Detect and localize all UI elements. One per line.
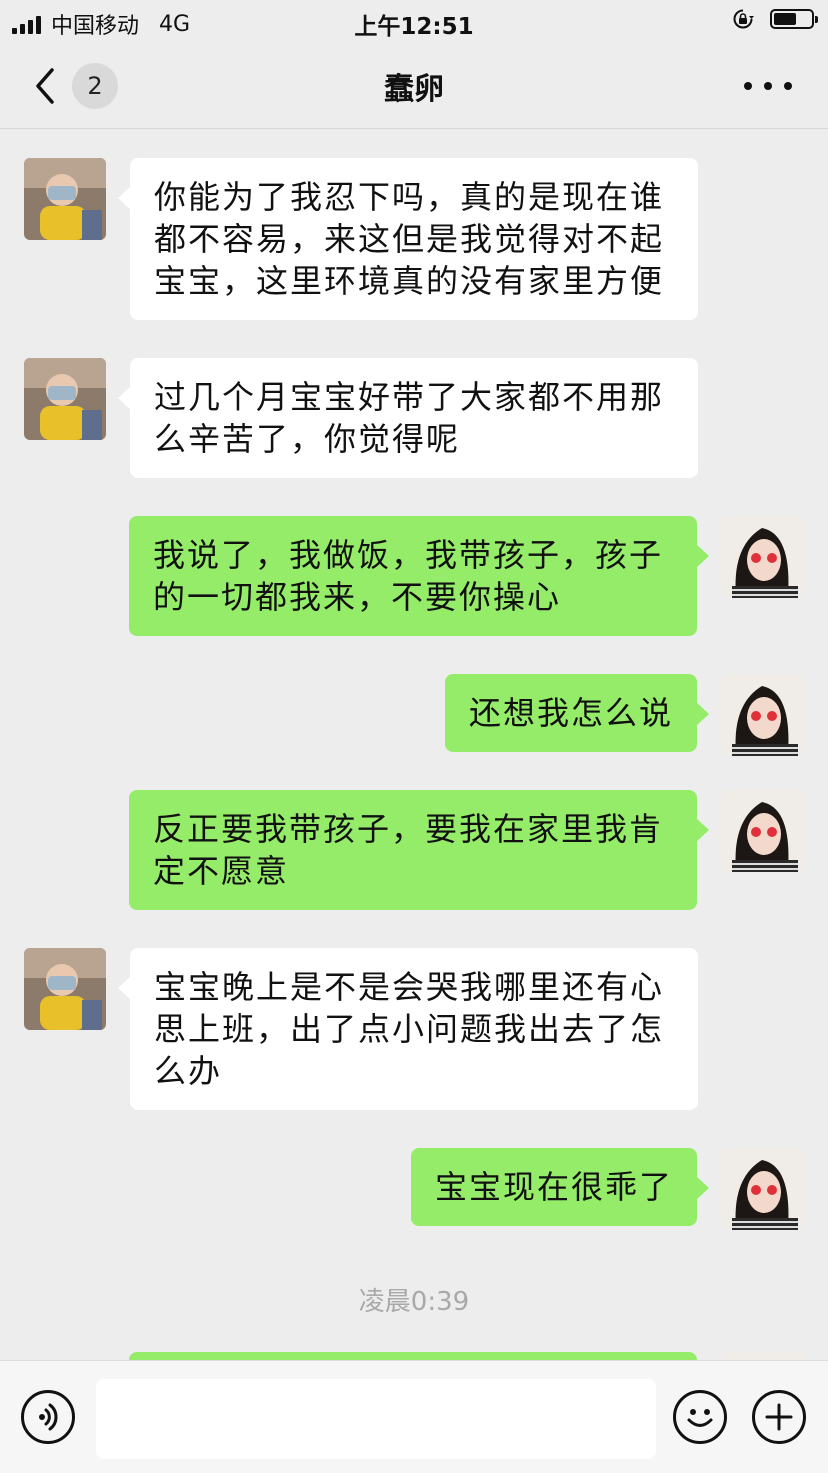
user-avatar[interactable]	[722, 516, 804, 598]
sent-message-bubble[interactable]: 宝宝现在很乖了	[410, 1148, 710, 1226]
sent-message-bubble[interactable]: 还想我怎么说	[444, 674, 710, 752]
sent-message-bubble-partial[interactable]	[129, 1352, 697, 1360]
user-avatar[interactable]	[722, 1148, 804, 1230]
received-message-bubble[interactable]: 宝宝晚上是不是会哭我哪里还有心思上班，出了点小问题我出去了怎么办	[118, 948, 698, 1110]
input-bar	[0, 1360, 828, 1473]
message-timestamp: 凌晨0:39	[358, 1287, 470, 1317]
battery-icon	[770, 9, 818, 29]
plus-icon	[765, 1403, 793, 1431]
sent-message-bubble[interactable]: 我说了，我做饭，我带孩子，孩子的一切都我来，不要你操心	[129, 516, 709, 636]
voice-input-button[interactable]	[21, 1390, 75, 1444]
voice-icon	[39, 1403, 58, 1431]
emoji-icon	[687, 1409, 713, 1427]
emoji-button[interactable]	[673, 1390, 727, 1444]
chat-title: 蠢卵	[384, 72, 444, 107]
received-message-bubble[interactable]: 过几个月宝宝好带了大家都不用那么辛苦了，你觉得呢	[118, 358, 698, 478]
received-message-bubble[interactable]: 你能为了我忍下吗，真的是现在谁都不容易，来这但是我觉得对不起宝宝，这里环境真的没…	[118, 158, 698, 320]
contact-avatar[interactable]	[24, 158, 106, 240]
contact-avatar[interactable]	[24, 358, 106, 440]
user-avatar[interactable]	[722, 1352, 804, 1360]
chat-header: 2 蠢卵	[0, 44, 828, 129]
contact-avatar[interactable]	[24, 948, 106, 1030]
status-time: 上午12:51	[354, 14, 474, 40]
more-functions-button[interactable]	[752, 1390, 806, 1444]
rotation-lock-icon	[733, 9, 754, 29]
more-options-button[interactable]	[744, 72, 792, 100]
dot-icon	[784, 82, 792, 90]
status-bar: 中国移动 4G 上午12:51	[0, 0, 828, 44]
dot-icon	[764, 82, 772, 90]
status-right	[732, 8, 818, 30]
user-avatar[interactable]	[722, 674, 804, 756]
dot-icon	[744, 82, 752, 90]
sent-message-bubble[interactable]: 反正要我带孩子，要我在家里我肯定不愿意	[129, 790, 709, 910]
message-list[interactable]: 你能为了我忍下吗，真的是现在谁都不容易，来这但是我觉得对不起宝宝，这里环境真的没…	[0, 129, 828, 1360]
user-avatar[interactable]	[722, 790, 804, 872]
message-input[interactable]	[96, 1379, 656, 1459]
